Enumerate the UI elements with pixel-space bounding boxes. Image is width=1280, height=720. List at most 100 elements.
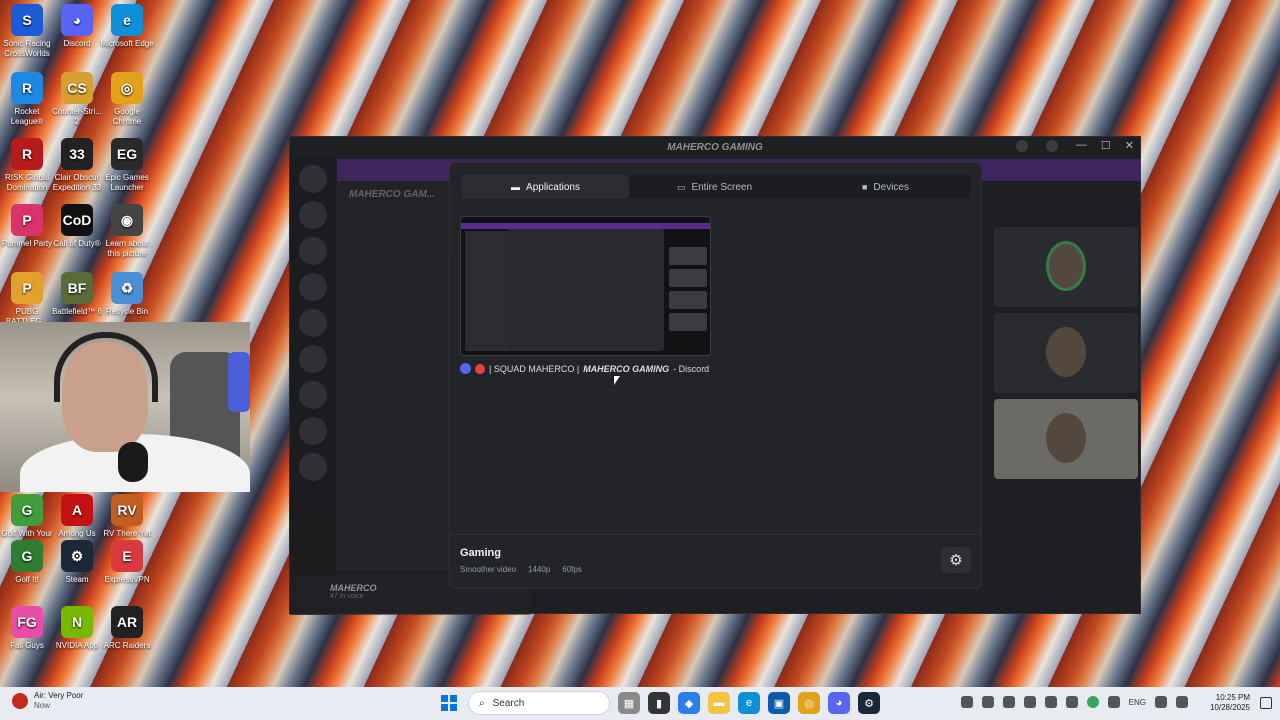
avatar xyxy=(1046,327,1086,377)
discord-icon xyxy=(460,363,471,374)
store-icon[interactable]: ▣ xyxy=(768,692,790,714)
desktop-icon[interactable]: RV RV There Yet xyxy=(100,494,154,539)
start-button[interactable] xyxy=(438,692,460,714)
server-icon[interactable] xyxy=(299,309,327,337)
desktop-icon-label: Clair Obscur Expedition 33 xyxy=(52,173,102,192)
gear-icon: ⚙ xyxy=(949,552,963,569)
tray-app-icon[interactable] xyxy=(981,696,994,708)
desktop-icon[interactable]: FG Fall Guys xyxy=(0,606,54,651)
app-icon: e xyxy=(111,4,143,36)
server-icon[interactable] xyxy=(299,201,327,229)
language-indicator[interactable]: ENG xyxy=(1129,698,1146,707)
clock[interactable]: 10:25 PM 10/28/2025 xyxy=(1210,693,1250,713)
air-quality-icon xyxy=(12,693,28,709)
app-preview-discord[interactable] xyxy=(460,216,711,356)
maximize-button[interactable]: ☐ xyxy=(1101,139,1111,152)
tray-app-icon[interactable] xyxy=(1023,696,1036,708)
desktop-icon-label: Recycle Bin xyxy=(105,307,149,316)
tray-app-icon[interactable] xyxy=(960,696,973,708)
tab-entire-screen[interactable]: ▭ Entire Screen xyxy=(629,175,800,199)
quality-title: Gaming xyxy=(460,547,501,559)
chrome-icon[interactable]: ◎ xyxy=(798,692,820,714)
desktop-icon[interactable]: CoD Call of Duty® xyxy=(50,204,104,249)
app-icon: R xyxy=(11,138,43,170)
minimize-button[interactable]: — xyxy=(1076,139,1087,152)
webcam-overlay xyxy=(0,322,250,492)
desktop-icon[interactable]: ♻ Recycle Bin xyxy=(100,272,154,317)
app-icon: CS xyxy=(61,72,93,104)
desktop-icon[interactable]: ⚙ Steam xyxy=(50,540,104,585)
desktop-icon[interactable]: ◉ Learn about this picture xyxy=(100,204,154,259)
app-icon: ◎ xyxy=(111,72,143,104)
desktop-icon[interactable]: G Golf It! xyxy=(0,540,54,585)
tray-app-icon[interactable] xyxy=(1086,696,1099,708)
desktop-icon[interactable]: N NVIDIA App xyxy=(50,606,104,651)
desktop-icon[interactable]: 33 Clair Obscur Expedition 33 xyxy=(50,138,104,193)
desktop-icon[interactable]: e Microsoft Edge xyxy=(100,4,154,49)
video-tile[interactable] xyxy=(994,227,1138,307)
camera-icon: ■ xyxy=(861,182,868,192)
desktop-icon[interactable]: R RISK Global Domination xyxy=(0,138,54,193)
steam-taskbar-icon[interactable]: ⚙ xyxy=(858,692,880,714)
tab-devices[interactable]: ■ Devices xyxy=(800,175,971,199)
desktop-icon-label: Rocket League® xyxy=(10,107,44,126)
copilot-icon[interactable]: ◆ xyxy=(678,692,700,714)
task-view-icon[interactable]: ▮ xyxy=(648,692,670,714)
notification-icon[interactable] xyxy=(1260,697,1272,709)
app-icon: E xyxy=(111,540,143,572)
server-icon[interactable] xyxy=(299,345,327,373)
desktop-icon-label: Discord xyxy=(63,39,91,48)
tray-app-icon[interactable] xyxy=(1065,696,1078,708)
help-icon[interactable] xyxy=(1046,140,1058,152)
desktop-icon[interactable]: A Among Us xyxy=(50,494,104,539)
microphone-icon[interactable] xyxy=(1107,696,1120,708)
desktop-icon-label: Learn about this picture xyxy=(105,239,149,258)
desktop-icon-label: NVIDIA App xyxy=(55,641,99,650)
desktop-icon[interactable]: ◎ Google Chrome xyxy=(100,72,154,127)
close-button[interactable]: ✕ xyxy=(1125,139,1134,152)
system-tray: ENG xyxy=(960,696,1188,708)
tab-applications[interactable]: ▬ Applications xyxy=(462,175,629,199)
avatar xyxy=(1046,241,1086,291)
desktop-icon[interactable]: S Sonic Racing CrossWorlds xyxy=(0,4,54,59)
tray-app-icon[interactable] xyxy=(1002,696,1015,708)
taskbar: Air: Very Poor Now ⌕ Search ▦ ▮ ◆ ▬ e ▣ … xyxy=(0,687,1280,720)
server-icon[interactable] xyxy=(299,417,327,445)
desktop-icon[interactable]: AR ARC Raiders xyxy=(100,606,154,651)
wifi-icon[interactable] xyxy=(1155,696,1167,708)
app-icon: EG xyxy=(111,138,143,170)
desktop-icon[interactable]: ◕ Discord xyxy=(50,4,104,49)
app-icon: ♻ xyxy=(111,272,143,304)
edge-icon[interactable]: e xyxy=(738,692,760,714)
inbox-icon[interactable] xyxy=(1016,140,1028,152)
desktop-icon[interactable]: CS Counter-Stri... 2 xyxy=(50,72,104,127)
video-tile[interactable] xyxy=(994,399,1138,479)
desktop-icon-label: Epic Games Launcher xyxy=(105,173,149,192)
desktop-icon[interactable]: PPUBG BATTLEG... xyxy=(0,272,54,327)
server-icon[interactable] xyxy=(299,273,327,301)
video-tile[interactable] xyxy=(994,313,1138,393)
desktop-icon[interactable]: E ExpressVPN xyxy=(100,540,154,585)
server-icon[interactable] xyxy=(299,237,327,265)
app-icon: G xyxy=(11,494,43,526)
app-label[interactable]: | SQUAD MAHERCO | MAHERCO GAMING - Disco… xyxy=(460,363,709,374)
source-tabs: ▬ Applications ▭ Entire Screen ■ Devices xyxy=(462,175,971,199)
server-icon[interactable] xyxy=(299,381,327,409)
desktop-icon[interactable]: EG Epic Games Launcher xyxy=(100,138,154,193)
widgets-icon[interactable]: ▦ xyxy=(618,692,640,714)
desktop-icon[interactable]: R Rocket League® xyxy=(0,72,54,127)
discord-taskbar-icon[interactable]: ◕ xyxy=(828,692,850,714)
desktop-icon-label: Sonic Racing CrossWorlds xyxy=(3,39,51,58)
weather-widget[interactable]: Air: Very Poor Now xyxy=(12,691,83,711)
taskbar-search[interactable]: ⌕ Search xyxy=(468,691,610,715)
monitor-icon: ▭ xyxy=(676,181,686,192)
desktop-icon-label: Counter-Stri... 2 xyxy=(52,107,102,126)
desktop-icon[interactable]: BF Battlefield™ 6 xyxy=(50,272,104,317)
file-explorer-icon[interactable]: ▬ xyxy=(708,692,730,714)
desktop-icon[interactable]: P Pummel Party xyxy=(0,204,54,249)
server-icon[interactable] xyxy=(299,165,327,193)
tray-app-icon[interactable] xyxy=(1044,696,1057,708)
server-icon[interactable] xyxy=(299,453,327,481)
volume-icon[interactable] xyxy=(1176,696,1188,708)
settings-button[interactable]: ⚙ xyxy=(941,547,971,573)
